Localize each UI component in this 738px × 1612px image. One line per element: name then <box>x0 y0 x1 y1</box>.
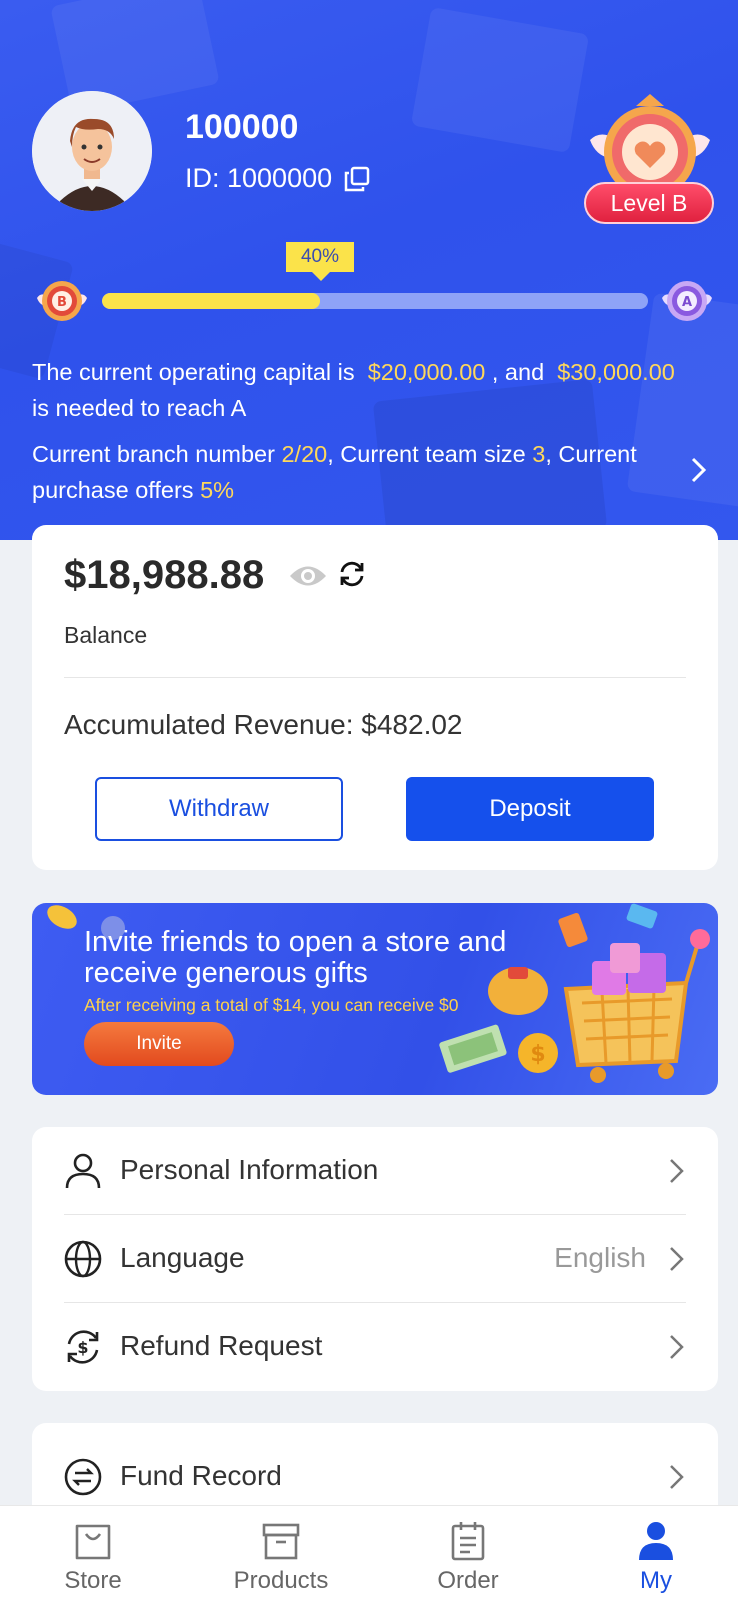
menu-label: Fund Record <box>120 1460 282 1491</box>
deposit-button[interactable]: Deposit <box>406 777 654 841</box>
svg-text:$: $ <box>530 1042 545 1067</box>
shopping-cart-illustration: $ <box>432 903 718 1095</box>
language-value: English <box>554 1242 646 1273</box>
copy-icon[interactable] <box>344 166 370 192</box>
clipboard-icon <box>448 1520 488 1562</box>
chevron-right-icon <box>668 1332 686 1362</box>
profile-header: 100000 ID: 1000000 Level B 40% B A The c… <box>0 0 738 540</box>
background-decoration <box>410 7 590 153</box>
balance-amount: $18,988.88 <box>64 553 265 597</box>
refund-icon: $ <box>64 1328 102 1366</box>
chevron-right-icon <box>668 1156 686 1186</box>
menu-item-language[interactable]: Language English <box>32 1215 718 1303</box>
tab-products[interactable]: Products <box>211 1506 351 1606</box>
user-id: ID: 1000000 <box>185 163 370 194</box>
withdraw-button[interactable]: Withdraw <box>95 777 343 841</box>
branch-info[interactable]: Current branch number 2/20, Current team… <box>32 436 672 508</box>
invite-subtitle: After receiving a total of $14, you can … <box>84 995 459 1015</box>
capital-info: The current operating capital is $20,000… <box>32 354 712 426</box>
progress-fill <box>102 293 321 309</box>
branch-number: 2/20 <box>281 441 328 467</box>
medal-a-icon: A <box>660 274 714 328</box>
tab-label: My <box>640 1567 672 1594</box>
user-name: 100000 <box>185 108 299 146</box>
globe-icon <box>64 1240 102 1278</box>
box-icon <box>261 1520 301 1562</box>
svg-text:$: $ <box>77 1338 88 1357</box>
invite-button[interactable]: Invite <box>84 1022 234 1066</box>
chevron-right-icon <box>668 1462 686 1492</box>
progress-bar <box>102 293 648 309</box>
level-label: Level B <box>584 182 714 224</box>
medal-b-icon: B <box>35 274 89 328</box>
menu-label: Language <box>120 1242 245 1273</box>
menu-label: Refund Request <box>120 1330 323 1361</box>
tab-label: Store <box>64 1567 122 1594</box>
capital-text: is needed to reach A <box>32 395 247 421</box>
tab-my[interactable]: My <box>586 1506 726 1606</box>
person-icon <box>64 1152 102 1190</box>
medal-a-letter: A <box>682 295 692 310</box>
capital-text: , and <box>491 359 545 385</box>
bottom-tab-bar: Store Products Order My <box>0 1505 738 1612</box>
chevron-right-icon[interactable] <box>688 455 710 485</box>
current-capital: $20,000.00 <box>367 359 486 385</box>
branch-text: Current branch number <box>32 441 275 467</box>
menu-label: Personal Information <box>120 1154 379 1185</box>
bag-icon <box>73 1520 113 1562</box>
tab-order[interactable]: Order <box>398 1506 538 1606</box>
divider <box>64 677 686 678</box>
balance-label: Balance <box>64 622 148 648</box>
exchange-icon <box>64 1458 102 1496</box>
progress-percent-label: 40% <box>286 242 354 281</box>
needed-capital: $30,000.00 <box>557 359 675 385</box>
tab-label: Order <box>437 1567 499 1594</box>
eye-icon[interactable] <box>288 561 328 591</box>
invite-banner[interactable]: Invite friends to open a store and recei… <box>32 903 718 1095</box>
accumulated-revenue: Accumulated Revenue: $482.02 <box>64 709 463 740</box>
capital-text: The current operating capital is <box>32 359 355 385</box>
balance-card: $18,988.88 Balance Accumulated Revenue: … <box>32 525 718 870</box>
purchase-offers: 5% <box>200 477 235 503</box>
team-size: 3 <box>532 441 546 467</box>
user-icon <box>636 1520 676 1562</box>
tab-label: Products <box>233 1567 329 1594</box>
tab-store[interactable]: Store <box>23 1506 163 1606</box>
refresh-icon[interactable] <box>336 558 368 590</box>
menu-item-personal-information[interactable]: Personal Information <box>32 1127 718 1215</box>
settings-menu: Personal Information Language English $ … <box>32 1127 718 1391</box>
avatar[interactable] <box>32 91 152 211</box>
branch-text: , Current team size <box>327 441 526 467</box>
medal-b-letter: B <box>57 295 67 310</box>
chevron-right-icon <box>668 1244 686 1274</box>
menu-item-refund-request[interactable]: $ Refund Request <box>32 1303 718 1391</box>
user-id-text: ID: 1000000 <box>185 163 333 193</box>
